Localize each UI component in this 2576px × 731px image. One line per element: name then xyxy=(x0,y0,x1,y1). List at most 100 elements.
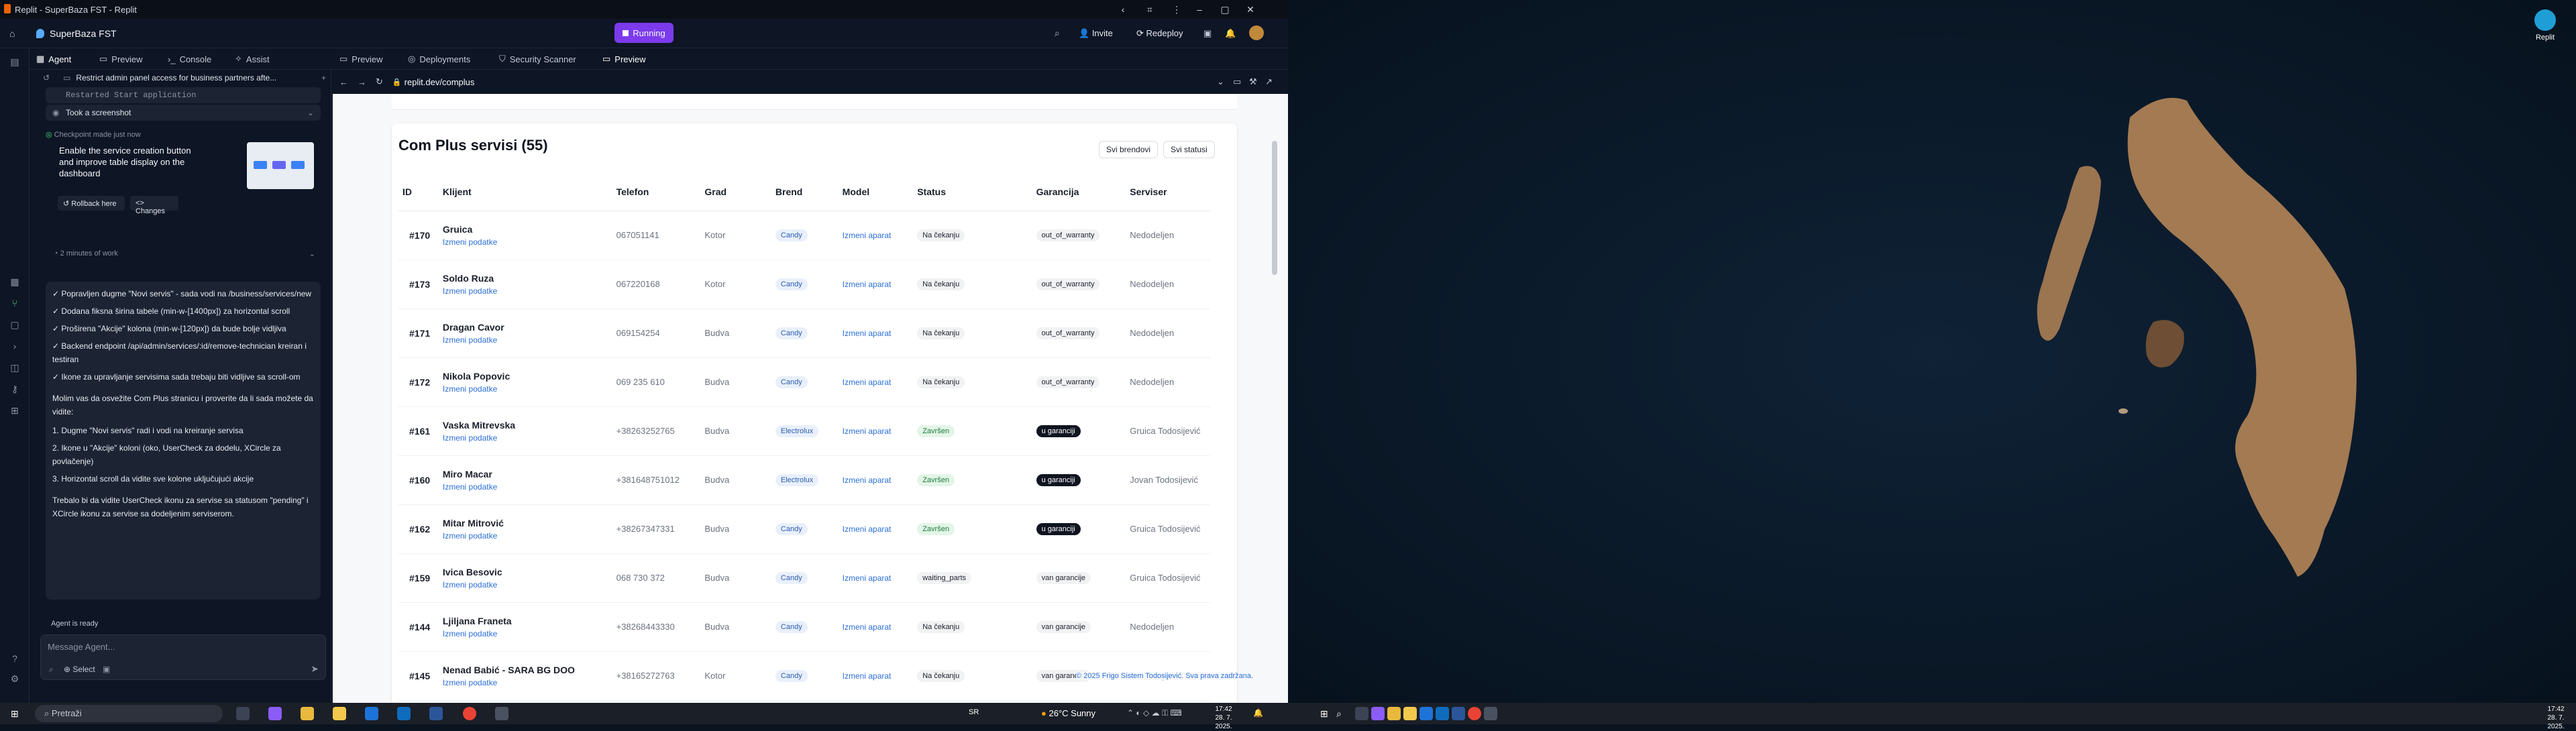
col-header[interactable]: Telefon xyxy=(616,173,705,211)
cell-model[interactable]: Izmeni aparat xyxy=(842,357,918,407)
outlook-icon[interactable] xyxy=(397,707,411,720)
checkpoint-thumbnail[interactable] xyxy=(247,142,314,189)
word-icon[interactable] xyxy=(429,707,443,720)
weather-widget[interactable]: ● 26°C Sunny xyxy=(1041,708,1095,718)
outlook-icon[interactable] xyxy=(1436,707,1449,720)
minimize-button[interactable]: – xyxy=(1187,0,1212,19)
search-icon[interactable]: ⌕ xyxy=(1336,708,1342,720)
replit-taskbar-icon[interactable] xyxy=(1484,707,1497,720)
edit-client-link[interactable]: Izmeni podatke xyxy=(443,237,616,247)
select-button[interactable]: ⊕ Select xyxy=(64,665,95,674)
back-icon[interactable]: ‹ xyxy=(1111,0,1135,19)
devtools-icon[interactable]: ⚒ xyxy=(1249,76,1257,87)
word-icon[interactable] xyxy=(1452,707,1465,720)
edit-client-link[interactable]: Izmeni podatke xyxy=(443,433,616,443)
store-icon[interactable] xyxy=(1403,707,1417,720)
files-icon[interactable]: ▤ xyxy=(8,55,21,68)
edit-client-link[interactable]: Izmeni podatke xyxy=(443,384,616,394)
tab-deployments[interactable]: ◎ Deployments xyxy=(408,48,470,70)
windows-start-icon[interactable]: ⊞ xyxy=(1320,708,1328,720)
tab-preview-2[interactable]: ▭ Preview xyxy=(339,48,383,70)
maximize-button[interactable]: ▢ xyxy=(1213,0,1237,19)
bell-icon[interactable]: 🔔 xyxy=(1225,28,1236,39)
edit-client-link[interactable]: Izmeni podatke xyxy=(443,531,616,541)
chrome-icon[interactable] xyxy=(463,707,476,720)
close-button[interactable]: ✕ xyxy=(1238,0,1263,19)
help-icon[interactable]: ? xyxy=(8,652,21,665)
mail-icon[interactable] xyxy=(365,707,378,720)
invite-button[interactable]: 👤 Invite xyxy=(1079,28,1113,39)
changes-button[interactable]: <> Changes xyxy=(130,196,178,215)
cell-model[interactable]: Izmeni aparat xyxy=(842,651,918,701)
screenshot-event[interactable]: ◉ Took a screenshot ⌄ xyxy=(46,105,321,121)
work-time-row[interactable]: ◔ 2 minutes of work ⌄ xyxy=(46,249,321,263)
tab-preview-3[interactable]: ▭ Preview xyxy=(602,48,646,70)
page-scrollbar[interactable] xyxy=(1272,141,1277,275)
url-text[interactable]: replit.dev/complus xyxy=(405,77,475,87)
thread-title[interactable]: Restrict admin panel access for business… xyxy=(76,73,276,82)
taskbar-search[interactable]: ⌕ Pretraži xyxy=(35,705,223,722)
edit-client-link[interactable]: Izmeni podatke xyxy=(443,335,616,345)
task-view-icon[interactable] xyxy=(236,707,250,720)
task-view-icon[interactable] xyxy=(1355,707,1368,720)
edit-client-link[interactable]: Izmeni podatke xyxy=(443,286,616,296)
attach-icon[interactable]: ⌕ xyxy=(49,665,54,675)
col-header[interactable]: Model xyxy=(842,173,918,211)
reload-icon[interactable]: ↻ xyxy=(376,76,383,87)
run-button[interactable]: Running xyxy=(614,23,674,43)
history-icon[interactable]: ↺ xyxy=(43,73,50,82)
tab-security-scanner[interactable]: ⛉ Security Scanner xyxy=(499,48,576,70)
settings-icon[interactable]: ⚙ xyxy=(8,672,21,685)
search-icon[interactable]: ⌕ xyxy=(1055,27,1060,39)
cell-model[interactable]: Izmeni aparat xyxy=(842,602,918,652)
packages-icon[interactable]: ▢ xyxy=(8,318,21,331)
cell-model[interactable]: Izmeni aparat xyxy=(842,211,918,260)
shell-icon[interactable]: › xyxy=(8,339,21,353)
image-icon[interactable]: ▣ xyxy=(103,665,110,674)
redeploy-button[interactable]: ⟳ Redeploy xyxy=(1136,28,1183,39)
more-icon[interactable]: ⋮ xyxy=(1165,0,1189,19)
home-icon[interactable]: ⌂ xyxy=(9,28,15,39)
brands-filter-button[interactable]: Svi brendovi xyxy=(1099,141,1159,158)
edit-client-link[interactable]: Izmeni podatke xyxy=(443,482,616,492)
status-filter-button[interactable]: Svi statusi xyxy=(1163,141,1215,158)
layout-icon[interactable]: ▣ xyxy=(1203,28,1212,39)
replit-taskbar-icon[interactable] xyxy=(495,707,508,720)
mail-icon[interactable] xyxy=(1419,707,1433,720)
chrome-icon[interactable] xyxy=(1468,707,1481,720)
rollback-button[interactable]: ↺ Rollback here xyxy=(58,196,125,211)
back-arrow-icon[interactable]: ← xyxy=(339,77,348,87)
cell-model[interactable]: Izmeni aparat xyxy=(842,455,918,505)
cell-model[interactable]: Izmeni aparat xyxy=(842,260,918,309)
send-icon[interactable]: ➤ xyxy=(311,663,319,675)
clock[interactable]: 17:42 28. 7. 2025. xyxy=(2541,705,2571,731)
col-header[interactable]: Garancija xyxy=(1036,173,1130,211)
edit-client-link[interactable]: Izmeni podatke xyxy=(443,629,616,638)
tab-console[interactable]: ›_ Console xyxy=(168,48,211,70)
col-header[interactable]: Brend xyxy=(775,173,843,211)
devices-icon[interactable]: ▭ xyxy=(1233,76,1241,87)
windows-start-icon[interactable]: ⊞ xyxy=(11,708,19,720)
external-link-icon[interactable]: ↗ xyxy=(1265,76,1273,87)
git-icon[interactable]: ⑂ xyxy=(8,296,21,310)
file-explorer-icon[interactable] xyxy=(301,707,314,720)
cell-model[interactable]: Izmeni aparat xyxy=(842,308,918,358)
notification-icon[interactable]: 🔔 xyxy=(1253,708,1263,718)
agent-input[interactable]: Message Agent... xyxy=(48,642,316,655)
apps-icon[interactable]: ▦ xyxy=(8,275,21,288)
avatar[interactable] xyxy=(1249,25,1264,40)
col-header[interactable]: Grad xyxy=(704,173,775,211)
cell-model[interactable]: Izmeni aparat xyxy=(842,406,918,456)
chevron-down-icon[interactable]: ⌄ xyxy=(1217,76,1224,87)
forward-arrow-icon[interactable]: → xyxy=(358,77,366,87)
copilot-icon[interactable] xyxy=(1371,707,1385,720)
edit-client-link[interactable]: Izmeni podatke xyxy=(443,580,616,589)
col-header[interactable]: Klijent xyxy=(442,173,616,211)
clock[interactable]: 17:42 28. 7. 2025. xyxy=(1208,705,1240,731)
share-icon[interactable]: ⌗ xyxy=(1138,0,1162,19)
copilot-icon[interactable] xyxy=(268,707,282,720)
new-thread-icon[interactable]: + xyxy=(321,73,326,82)
col-header[interactable]: Status xyxy=(917,173,1036,211)
project-name[interactable]: SuperBaza FST xyxy=(50,28,117,39)
col-header[interactable]: ID xyxy=(398,173,443,211)
